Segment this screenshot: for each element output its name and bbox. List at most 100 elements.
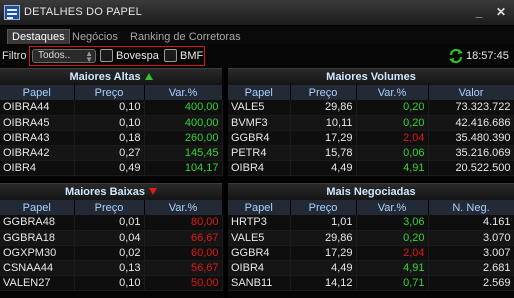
tab-negocios[interactable]: Negócios (68, 30, 122, 44)
title-bar[interactable]: DETALHES DO PAPEL _ ✕ (0, 0, 514, 26)
papel-cell: GGBR4 (228, 130, 291, 146)
maiores-baixas-rows: GGBRA48 0,01 80,00 GGBRA18 0,04 66,67 OGXPM30 0… (0, 215, 223, 291)
refresh-icon[interactable] (448, 48, 464, 64)
column-header-papel[interactable]: Papel (228, 85, 291, 100)
table-row[interactable]: GGBRA18 0,04 66,67 (0, 230, 223, 246)
value-cell: 20.522.500 (428, 160, 514, 176)
bmf-checkbox[interactable] (164, 49, 177, 62)
maiores-altas-title-text: Maiores Altas (69, 71, 141, 83)
chevron-down-icon: ▲ ▼ (85, 49, 93, 64)
preco-cell: 0,27 (74, 145, 145, 161)
var-cell: 2,04 (356, 245, 429, 261)
table-row[interactable]: CSNAA44 0,13 56,67 (0, 260, 223, 276)
papel-cell: VALE5 (228, 100, 291, 116)
value-cell: 4.161 (428, 215, 514, 231)
value-cell: 35.480.390 (428, 130, 514, 146)
column-header-preco[interactable]: Preço (290, 200, 357, 215)
maiores-volumes-rows: VALE5 29,86 0,20 73.323.722 BVMF3 10,11 0,20 42… (228, 100, 514, 176)
maiores-altas-panel: Maiores Altas Papel Preço Var.% OIBRA44 0… (0, 68, 223, 176)
table-row[interactable]: OIBR4 4,49 4,91 20.522.500 (228, 160, 514, 176)
var-cell: 104,17 (144, 160, 223, 176)
bovespa-checkbox[interactable] (100, 49, 113, 62)
table-row[interactable]: GGBR4 17,29 2,04 35.480.390 (228, 130, 514, 146)
column-header-var[interactable]: Var.% (144, 85, 223, 100)
table-row[interactable]: GGBRA48 0,01 80,00 (0, 215, 223, 231)
table-row[interactable]: GGBR4 17,29 2,04 3.007 (228, 245, 514, 261)
papel-cell: SANB11 (228, 275, 291, 291)
column-header-preco[interactable]: Preço (74, 200, 145, 215)
preco-cell: 0,10 (74, 100, 145, 116)
column-header-n-neg[interactable]: N. Neg. (428, 200, 514, 215)
table-row[interactable]: OIBRA44 0,10 400,00 (0, 100, 223, 116)
tab-ranking-de-corretoras[interactable]: Ranking de Corretoras (126, 30, 245, 44)
column-header-preco[interactable]: Preço (74, 85, 145, 100)
filter-label: Filtro (2, 50, 27, 62)
table-row[interactable]: OIBR4 0,49 104,17 (0, 160, 223, 176)
var-cell: 3,06 (356, 215, 429, 231)
table-row[interactable]: PETR4 15,78 0,06 35.216.069 (228, 145, 514, 161)
papel-cell: OIBR4 (228, 260, 291, 276)
papel-cell: OIBRA45 (0, 115, 75, 131)
var-cell: 145,45 (144, 145, 223, 161)
mais-negociadas-table: Papel Preço Var.% N. Neg. HRTP3 1,01 3,06 4… (228, 200, 514, 291)
column-header-var[interactable]: Var.% (356, 85, 429, 100)
papel-cell: OIBRA42 (0, 145, 75, 161)
preco-cell: 17,29 (290, 245, 357, 261)
table-row[interactable]: OIBRA45 0,10 400,00 (0, 115, 223, 131)
var-cell: 0,20 (356, 115, 429, 131)
column-header-preco[interactable]: Preço (290, 85, 357, 100)
panel-divider (224, 68, 228, 298)
table-row[interactable]: SANB11 14,12 0,71 2.569 (228, 275, 514, 291)
column-header-var[interactable]: Var.% (356, 200, 429, 215)
papel-cell: OIBRA43 (0, 130, 75, 146)
minimize-button[interactable]: _ (470, 4, 488, 21)
value-cell: 3.007 (428, 245, 514, 261)
maiores-baixas-table: Papel Preço Var.% GGBRA48 0,01 80,00 GGBRA1… (0, 200, 223, 291)
value-cell: 42.416.686 (428, 115, 514, 131)
column-header-papel[interactable]: Papel (0, 85, 75, 100)
market-select[interactable]: Todos.. ▲ ▼ (32, 49, 96, 64)
papel-cell: OGXPM30 (0, 245, 75, 261)
table-row[interactable]: VALE5 29,86 0,20 3.070 (228, 230, 514, 246)
mais-negociadas-title: Mais Negociadas (228, 183, 514, 200)
papel-cell: VALE5 (228, 230, 291, 246)
table-row[interactable]: VALE5 29,86 0,20 73.323.722 (228, 100, 514, 116)
column-header-papel[interactable]: Papel (228, 200, 291, 215)
table-row[interactable]: OIBRA42 0,27 145,45 (0, 145, 223, 161)
var-cell: 50,00 (144, 275, 223, 291)
papel-cell: VALEN27 (0, 275, 75, 291)
bmf-label: BMF (180, 50, 204, 62)
preco-cell: 14,12 (290, 275, 357, 291)
market-select-value: Todos.. (38, 50, 71, 61)
value-cell: 35.216.069 (428, 145, 514, 161)
tab-destaques[interactable]: Destaques (7, 29, 70, 44)
close-button[interactable]: ✕ (492, 4, 510, 21)
table-row[interactable]: VALEN27 0,10 50,00 (0, 275, 223, 291)
arrow-down-icon (149, 188, 158, 195)
preco-cell: 0,49 (74, 160, 145, 176)
preco-cell: 0,02 (74, 245, 145, 261)
table-row[interactable]: BVMF3 10,11 0,20 42.416.686 (228, 115, 514, 131)
papel-cell: OIBR4 (228, 160, 291, 176)
preco-cell: 4,49 (290, 260, 357, 276)
papel-cell: GGBRA48 (0, 215, 75, 231)
maiores-baixas-panel: Maiores Baixas Papel Preço Var.% GGBRA48… (0, 183, 223, 291)
column-header-var[interactable]: Var.% (144, 200, 223, 215)
preco-cell: 10,11 (290, 115, 357, 131)
value-cell: 73.323.722 (428, 100, 514, 116)
preco-cell: 1,01 (290, 215, 357, 231)
maiores-altas-table: Papel Preço Var.% OIBRA44 0,10 400,00 OIBRA… (0, 85, 223, 176)
table-row[interactable]: OIBR4 4,49 4,91 2.681 (228, 260, 514, 276)
maiores-baixas-title-text: Maiores Baixas (64, 186, 146, 198)
column-header-valor[interactable]: Valor (428, 85, 514, 100)
table-row[interactable]: OGXPM30 0,02 60,00 (0, 245, 223, 261)
papel-cell: OIBR4 (0, 160, 75, 176)
table-row[interactable]: HRTP3 1,01 3,06 4.161 (228, 215, 514, 231)
mais-negociadas-panel: Mais Negociadas Papel Preço Var.% N. Neg… (228, 183, 514, 291)
var-cell: 4,91 (356, 160, 429, 176)
preco-cell: 0,13 (74, 260, 145, 276)
column-header-papel[interactable]: Papel (0, 200, 75, 215)
var-cell: 0,20 (356, 230, 429, 246)
preco-cell: 29,86 (290, 230, 357, 246)
table-row[interactable]: OIBRA43 0,18 260,00 (0, 130, 223, 146)
